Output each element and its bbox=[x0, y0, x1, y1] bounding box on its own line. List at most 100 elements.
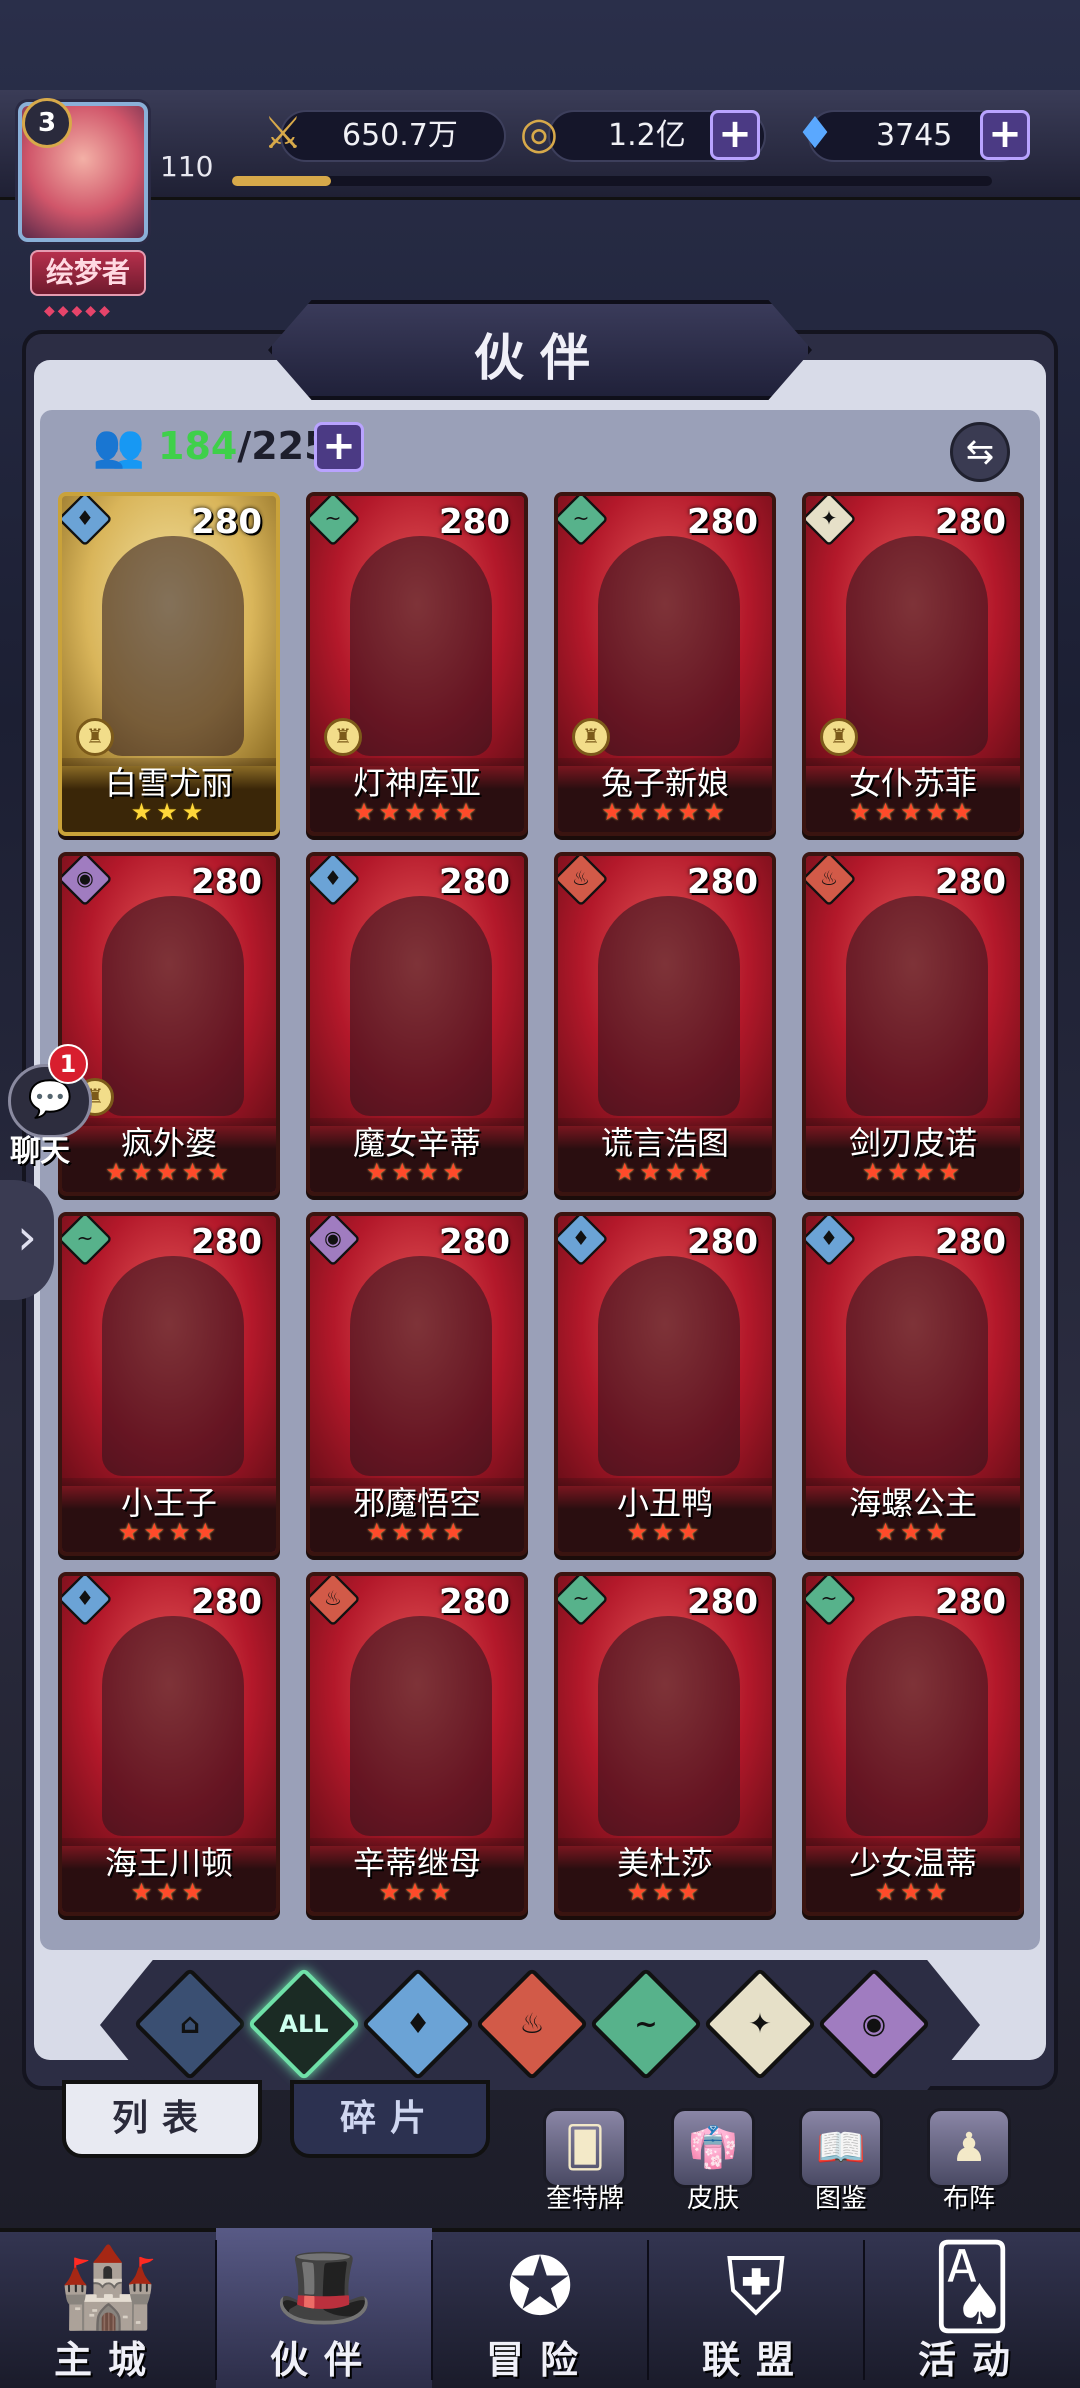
hero-card[interactable]: ◉ 280 邪魔悟空 ★★★★ bbox=[306, 1212, 528, 1556]
nav-divider bbox=[215, 2240, 217, 2380]
crown-badge-icon: ♜ bbox=[820, 718, 858, 756]
hero-level: 280 bbox=[191, 862, 262, 902]
codex-icon: 📖 bbox=[799, 2108, 883, 2188]
hero-level: 280 bbox=[935, 1582, 1006, 1622]
hero-figure bbox=[102, 896, 244, 1116]
add-gold-button[interactable]: + bbox=[710, 110, 760, 160]
player-level-badge: 3 bbox=[22, 98, 72, 148]
outfit-icon: 👘 bbox=[671, 2108, 755, 2188]
hero-card[interactable]: ♨ 280 谎言浩图 ★★★★ bbox=[554, 852, 776, 1196]
hero-level: 280 bbox=[687, 1222, 758, 1262]
partner-count-owned: 184 bbox=[158, 424, 238, 468]
hero-star-rating: ★★★★★ bbox=[353, 798, 481, 826]
chat-label: 聊天 bbox=[10, 1134, 70, 1169]
player-title-badge[interactable]: 绘梦者 bbox=[30, 250, 146, 296]
player-power-level: 110 bbox=[160, 150, 214, 183]
hero-figure bbox=[350, 536, 492, 756]
castle-icon: 🏰 bbox=[58, 2240, 158, 2333]
hero-star-rating: ★★★★ bbox=[861, 1158, 965, 1186]
hero-level: 280 bbox=[687, 862, 758, 902]
hero-card[interactable]: ♦ 280 小丑鸭 ★★★ bbox=[554, 1212, 776, 1556]
xp-progress-fill bbox=[232, 176, 331, 186]
hero-level: 280 bbox=[687, 502, 758, 542]
hero-card[interactable]: ~280 美杜莎 ★★★ bbox=[554, 1572, 776, 1916]
hero-level: 280 bbox=[935, 862, 1006, 902]
hero-card[interactable]: ~280 ♜ 灯神库亚 ★★★★★ bbox=[306, 492, 528, 836]
side-button-outfit[interactable]: 👘 皮肤 bbox=[658, 2108, 768, 2218]
nav-label: 伙伴 bbox=[269, 2338, 378, 2382]
tab-shards[interactable]: 碎片 bbox=[290, 2080, 490, 2158]
hero-card[interactable]: ✦ 280 ♜ 女仆苏菲 ★★★★★ bbox=[802, 492, 1024, 836]
side-button-label: 奎特牌 bbox=[545, 2184, 624, 2214]
nav-divider bbox=[431, 2240, 433, 2380]
hero-level: 280 bbox=[191, 502, 262, 542]
hero-card[interactable]: ♦ 280 魔女辛蒂 ★★★★ bbox=[306, 852, 528, 1196]
hero-star-rating: ★★★ bbox=[130, 1878, 208, 1906]
tab-list[interactable]: 列表 bbox=[62, 2080, 262, 2158]
hero-card[interactable]: ♦ 280 海螺公主 ★★★ bbox=[802, 1212, 1024, 1556]
hero-card[interactable]: ♦ 280 海王川顿 ★★★ bbox=[58, 1572, 280, 1916]
hero-card[interactable]: ♦ 280 ♜ 白雪尤丽 ★★★ bbox=[58, 492, 280, 836]
hero-card[interactable]: ♨ 280 辛蒂继母 ★★★ bbox=[306, 1572, 528, 1916]
diamond-value: 3745 bbox=[876, 118, 953, 153]
hat-icon: 🎩 bbox=[274, 2240, 374, 2333]
nav-castle[interactable]: 🏰 主城 bbox=[0, 2228, 216, 2388]
side-button-codex[interactable]: 📖 图鉴 bbox=[786, 2108, 896, 2218]
hero-level: 280 bbox=[687, 1582, 758, 1622]
nav-divider bbox=[647, 2240, 649, 2380]
nav-cards[interactable]: 🂡 活动 bbox=[864, 2228, 1080, 2388]
hero-figure bbox=[846, 896, 988, 1116]
hero-card[interactable]: ~280 少女温蒂 ★★★ bbox=[802, 1572, 1024, 1916]
hero-star-rating: ★★★★ bbox=[613, 1158, 717, 1186]
hero-star-rating: ★★★★★ bbox=[105, 1158, 233, 1186]
nav-divider bbox=[863, 2240, 865, 2380]
hero-card[interactable]: ◉ 280 ♜ 疯外婆 ★★★★★ bbox=[58, 852, 280, 1196]
side-button-label: 皮肤 bbox=[686, 2184, 739, 2214]
crown-badge-icon: ♜ bbox=[572, 718, 610, 756]
hero-card[interactable]: ~280 小王子 ★★★★ bbox=[58, 1212, 280, 1556]
hero-star-rating: ★★★★★ bbox=[601, 798, 729, 826]
side-expand-arrow[interactable]: › bbox=[0, 1180, 54, 1300]
chat-unread-badge: 1 bbox=[48, 1044, 88, 1084]
gold-value: 1.2亿 bbox=[608, 118, 686, 153]
formation-icon: ♟ bbox=[927, 2108, 1011, 2188]
hero-star-rating: ★★★ bbox=[626, 1518, 704, 1546]
hero-card[interactable]: ~280 ♜ 兔子新娘 ★★★★★ bbox=[554, 492, 776, 836]
nav-hat[interactable]: 🎩 伙伴 bbox=[216, 2228, 432, 2388]
hero-star-rating: ★★★★ bbox=[365, 1158, 469, 1186]
side-button-label: 布阵 bbox=[942, 2184, 995, 2214]
nav-shield[interactable]: ⛨ 联盟 bbox=[648, 2228, 864, 2388]
partner-count: 184/225 bbox=[158, 420, 331, 472]
hero-level: 280 bbox=[439, 1582, 510, 1622]
coin-icon: ◎ bbox=[519, 107, 559, 159]
expand-capacity-button[interactable]: + bbox=[314, 422, 364, 472]
hero-figure bbox=[102, 1616, 244, 1836]
add-diamond-button[interactable]: + bbox=[980, 110, 1030, 160]
sword-icon: ⚔ bbox=[263, 107, 303, 159]
power-value: 650.7万 bbox=[342, 118, 458, 153]
side-button-card-pack[interactable]: 🂠 奎特牌 bbox=[530, 2108, 640, 2218]
compass-icon: ✪ bbox=[506, 2240, 574, 2333]
side-button-formation[interactable]: ♟ 布阵 bbox=[914, 2108, 1024, 2218]
hero-level: 280 bbox=[191, 1222, 262, 1262]
nav-compass[interactable]: ✪ 冒险 bbox=[432, 2228, 648, 2388]
hero-level: 280 bbox=[935, 1222, 1006, 1262]
hero-figure bbox=[846, 1616, 988, 1836]
hero-figure bbox=[846, 536, 988, 756]
hero-level: 280 bbox=[439, 502, 510, 542]
hero-figure bbox=[102, 1256, 244, 1476]
hero-star-rating: ★★★ bbox=[874, 1878, 952, 1906]
hero-star-rating: ★★★★ bbox=[365, 1518, 469, 1546]
cards-icon: 🂡 bbox=[931, 2240, 1013, 2333]
hero-level: 280 bbox=[439, 862, 510, 902]
nav-label: 联盟 bbox=[701, 2338, 810, 2382]
partner-count-separator: / bbox=[237, 424, 252, 468]
hero-level: 280 bbox=[439, 1222, 510, 1262]
hero-figure bbox=[598, 536, 740, 756]
hero-figure bbox=[102, 536, 244, 756]
hero-card[interactable]: ♨ 280 剑刃皮诺 ★★★★ bbox=[802, 852, 1024, 1196]
nav-label: 冒险 bbox=[485, 2338, 594, 2382]
hero-figure bbox=[598, 1256, 740, 1476]
side-button-label: 图鉴 bbox=[814, 2184, 867, 2214]
sort-toggle-button[interactable]: ⇆ bbox=[950, 422, 1010, 482]
